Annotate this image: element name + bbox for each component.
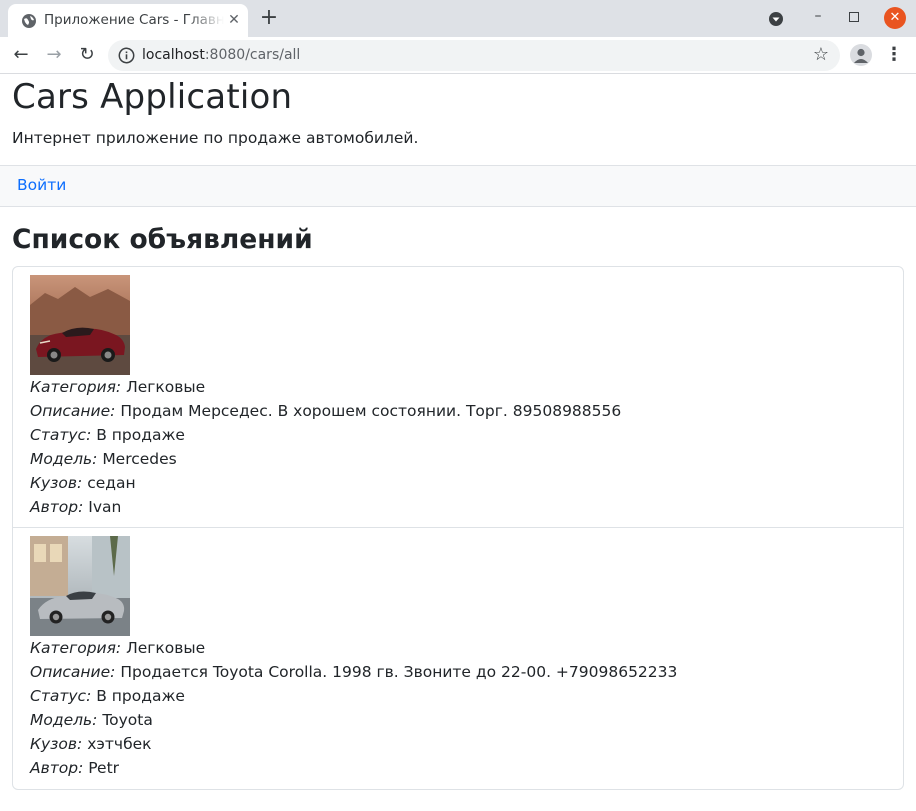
list-item: Категория: Легковые Описание: Продается …: [13, 528, 903, 789]
listing-body: Кузов: седан: [30, 471, 136, 495]
close-icon[interactable]: ✕: [226, 12, 242, 28]
url-host: localhost: [142, 47, 205, 63]
status-label: Статус:: [30, 426, 92, 444]
browser-tab[interactable]: Приложение Cars - Главная ✕: [8, 4, 248, 37]
navbar: Войти: [0, 165, 916, 207]
model-label: Модель:: [30, 450, 98, 468]
window-close-icon[interactable]: ✕: [884, 7, 906, 29]
globe-icon: [22, 14, 36, 28]
browser-toolbar: ← → ↻ localhost:8080/cars/all ☆ ⋮: [0, 37, 916, 74]
page-title: Cars Application: [12, 77, 293, 117]
url-text[interactable]: localhost:8080/cars/all: [142, 47, 300, 63]
author-label: Автор:: [30, 759, 84, 777]
star-icon[interactable]: ☆: [811, 45, 831, 65]
category-value: Легковые: [126, 378, 206, 396]
list-item: Категория: Легковые Описание: Продам Мер…: [13, 267, 903, 528]
author-label: Автор:: [30, 498, 84, 516]
arrow-right-icon[interactable]: →: [44, 45, 64, 65]
info-icon[interactable]: [118, 47, 135, 64]
listings-list: Категория: Легковые Описание: Продам Мер…: [12, 266, 904, 790]
status-value: В продаже: [96, 687, 185, 705]
car-photo: [30, 275, 130, 375]
browser-tab-strip: Приложение Cars - Главная ✕ + – ✕: [0, 0, 916, 37]
listing-author: Автор: Ivan: [30, 495, 121, 519]
plus-icon[interactable]: +: [258, 7, 280, 30]
listing-status: Статус: В продаже: [30, 684, 185, 708]
model-label: Модель:: [30, 711, 98, 729]
tab-title: Приложение Cars - Главная: [44, 12, 224, 28]
status-label: Статус:: [30, 687, 92, 705]
car-photo-image: [30, 275, 130, 375]
body-value: хэтчбек: [87, 735, 152, 753]
car-photo-image: [30, 536, 130, 636]
description-value: Продам Мерседес. В хорошем состоянии. То…: [120, 402, 622, 420]
account-glyph: [854, 48, 868, 63]
arrow-left-icon[interactable]: ←: [11, 45, 31, 65]
address-bar[interactable]: localhost:8080/cars/all ☆: [108, 40, 840, 71]
login-link[interactable]: Войти: [17, 176, 66, 194]
model-value: Mercedes: [102, 450, 177, 468]
body-value: седан: [87, 474, 136, 492]
author-value: Petr: [88, 759, 120, 777]
description-value: Продается Toyota Corolla. 1998 гв. Звони…: [120, 663, 678, 681]
listing-model: Модель: Mercedes: [30, 447, 177, 471]
description-label: Описание:: [30, 402, 116, 420]
listing-author: Автор: Petr: [30, 756, 119, 780]
car-photo: [30, 536, 130, 636]
category-label: Категория:: [30, 378, 122, 396]
reload-icon[interactable]: ↻: [77, 45, 97, 65]
author-value: Ivan: [88, 498, 122, 516]
page-content: Cars Application Интернет приложение по …: [0, 75, 916, 811]
listing-description: Описание: Продам Мерседес. В хорошем сос…: [30, 399, 621, 423]
body-label: Кузов:: [30, 474, 83, 492]
listing-category: Категория: Легковые: [30, 636, 205, 660]
listing-status: Статус: В продаже: [30, 423, 185, 447]
listing-model: Модель: Toyota: [30, 708, 153, 732]
account-icon[interactable]: [850, 44, 872, 66]
more-vertical-icon[interactable]: ⋮: [884, 45, 904, 65]
status-value: В продаже: [96, 426, 185, 444]
page-subtitle: Интернет приложение по продаже автомобил…: [12, 129, 419, 147]
listing-body: Кузов: хэтчбек: [30, 732, 152, 756]
minimize-icon[interactable]: –: [810, 8, 826, 26]
listing-category: Категория: Легковые: [30, 375, 205, 399]
url-path: :8080/cars/all: [204, 47, 301, 63]
body-label: Кузов:: [30, 735, 83, 753]
category-label: Категория:: [30, 639, 122, 657]
listing-description: Описание: Продается Toyota Corolla. 1998…: [30, 660, 677, 684]
model-value: Toyota: [102, 711, 153, 729]
category-value: Легковые: [126, 639, 206, 657]
description-label: Описание:: [30, 663, 116, 681]
tab-search-icon[interactable]: [768, 11, 784, 27]
maximize-icon[interactable]: [849, 12, 859, 22]
listings-heading: Список объявлений: [12, 224, 313, 255]
